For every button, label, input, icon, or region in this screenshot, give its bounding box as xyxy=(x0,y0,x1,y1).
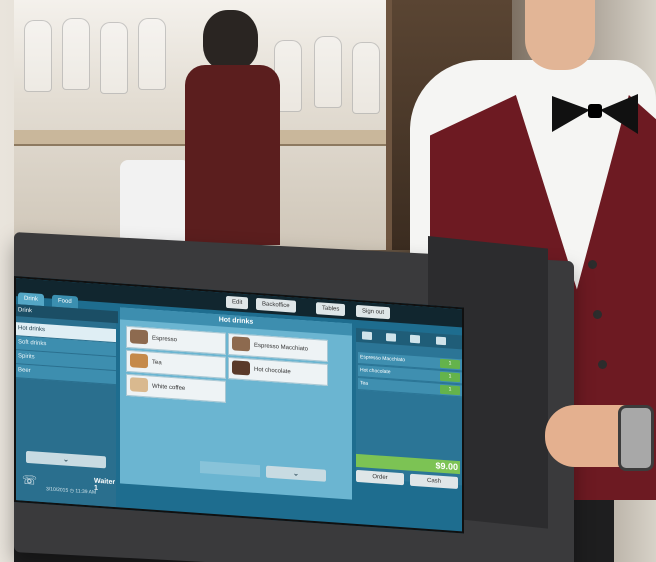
users-icon[interactable] xyxy=(386,333,396,342)
wristwatch-icon xyxy=(618,405,654,471)
wine-glass xyxy=(62,18,90,90)
category-scroll-down-button[interactable]: ⌄ xyxy=(26,450,106,469)
photo-scene: Edit Backoffice Tables Sign out Drink Fo… xyxy=(0,0,656,562)
white-coffee-image xyxy=(130,377,148,393)
hot-chocolate-image xyxy=(232,360,250,376)
background-person-body xyxy=(185,65,280,245)
card-icon[interactable] xyxy=(362,331,372,341)
product-white-coffee[interactable]: White coffee xyxy=(126,373,226,403)
wine-glass xyxy=(138,18,166,90)
order-toolbar xyxy=(356,327,462,350)
vest-button xyxy=(593,310,602,319)
table-icon[interactable] xyxy=(436,336,446,346)
espresso-image xyxy=(130,329,148,345)
time-text: 11:39 AM xyxy=(75,488,97,496)
wine-glass xyxy=(100,22,128,94)
product-scroll-down-button[interactable]: ⌄ xyxy=(266,465,326,482)
clock-icon: ◷ xyxy=(69,487,75,495)
tables-button[interactable]: Tables xyxy=(316,302,346,317)
wine-glass xyxy=(352,42,380,114)
phone-icon[interactable]: ☏ xyxy=(22,473,37,488)
order-line-qty: 1 xyxy=(440,358,460,370)
order-line-qty: 1 xyxy=(440,384,460,396)
bow-tie-icon xyxy=(552,94,638,134)
waiter-neck xyxy=(525,0,595,70)
wine-glass xyxy=(24,20,52,92)
waiter-name: Waiter 1 xyxy=(94,477,116,492)
pos-screen: Edit Backoffice Tables Sign out Drink Fo… xyxy=(14,276,464,534)
background-sleeve xyxy=(120,160,190,250)
macchiato-image xyxy=(232,336,250,352)
product-hot-chocolate[interactable]: Hot chocolate xyxy=(228,356,328,386)
date-time: 3/10/2015 ◷ 11:39 AM xyxy=(46,486,96,496)
product-scroll-up-button[interactable] xyxy=(200,461,260,478)
edit-button[interactable]: Edit xyxy=(226,295,249,310)
order-button[interactable]: Order xyxy=(356,469,404,486)
wine-glass xyxy=(314,36,342,108)
document-icon[interactable] xyxy=(410,334,420,344)
order-line-qty: 1 xyxy=(440,371,460,383)
date-text: 3/10/2015 xyxy=(46,486,69,494)
order-line-name: Hot chocolate xyxy=(360,367,391,376)
background-person-head xyxy=(203,10,258,70)
tea-image xyxy=(130,353,148,369)
category-panel: Drink Hot drinks Soft drinks Spirits Bee… xyxy=(16,304,118,508)
order-line-name: Tea xyxy=(360,380,369,387)
category-header: Drink xyxy=(16,304,118,324)
backoffice-button[interactable]: Backoffice xyxy=(256,297,296,313)
vest-button xyxy=(598,360,607,369)
cash-button[interactable]: Cash xyxy=(410,473,458,490)
background-person xyxy=(185,10,280,245)
order-line-name: Espresso Macchiato xyxy=(360,354,406,364)
vest-button xyxy=(588,260,597,269)
product-panel: Hot drinks Espresso Espresso Macchiato T… xyxy=(120,307,352,500)
sign-out-button[interactable]: Sign out xyxy=(356,304,391,320)
